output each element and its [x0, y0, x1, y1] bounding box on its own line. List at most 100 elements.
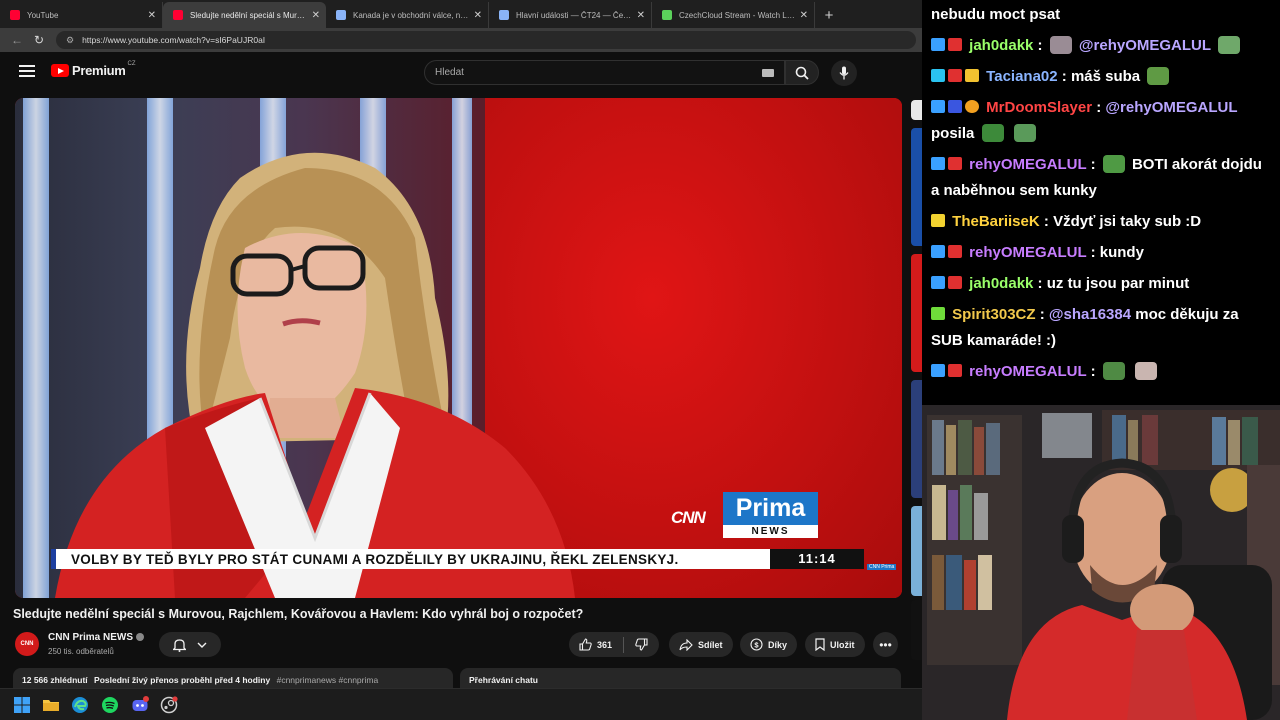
search-button[interactable]: [785, 60, 819, 85]
chat-message: Taciana02 : máš suba: [931, 64, 1271, 90]
crown-badge-icon: [965, 69, 979, 82]
badge-icon: [948, 69, 962, 82]
recommended-thumbnail[interactable]: [911, 100, 922, 120]
edge-icon[interactable]: [71, 696, 89, 714]
dislike-icon[interactable]: [635, 638, 648, 651]
badge-icon: [948, 38, 962, 51]
tab-title: CzechCloud Stream - Watch Live: [679, 10, 796, 20]
chat-text: Vždyť jsi taky sub :D: [1053, 213, 1202, 230]
search-input[interactable]: Hledat: [424, 60, 785, 85]
badge-icon: [948, 157, 962, 170]
recommended-thumbnail[interactable]: [911, 600, 922, 660]
video-player[interactable]: CNN Prima NEWS VOLBY BY TEĎ BYLY PRO STÁ…: [15, 98, 902, 598]
chevron-down-icon: [197, 642, 207, 648]
share-button[interactable]: Sdílet: [669, 632, 733, 657]
bell-icon: [172, 638, 186, 652]
like-icon[interactable]: [579, 638, 592, 651]
subscription-bell-button[interactable]: [159, 632, 221, 657]
channel-name[interactable]: CNN Prima NEWS: [48, 632, 133, 643]
news-ticker: VOLBY BY TEĎ BYLY PRO STÁT CUNAMI A ROZD…: [51, 549, 771, 569]
badge-icon: [931, 364, 945, 377]
like-count: 361: [597, 639, 613, 650]
logo-text: Premium: [72, 63, 126, 78]
chat-username[interactable]: rehyOMEGALUL: [969, 244, 1086, 261]
site-settings-icon[interactable]: ⚙: [66, 35, 74, 46]
back-arrow-icon[interactable]: ←: [6, 29, 28, 51]
spotify-icon[interactable]: [101, 696, 119, 714]
voice-search-button[interactable]: [831, 60, 857, 86]
steam-icon[interactable]: [160, 696, 178, 714]
youtube-logo[interactable]: Premium CZ: [51, 61, 136, 78]
tab-youtube[interactable]: YouTube ✕: [0, 2, 163, 28]
chat-text: nebudu moct psat: [931, 6, 1061, 23]
streamer-webcam: [922, 405, 1280, 720]
reload-icon[interactable]: ↻: [28, 29, 50, 51]
presenter-figure: [55, 152, 575, 598]
badge-icon: [931, 214, 945, 227]
discord-icon[interactable]: [131, 696, 149, 714]
close-icon[interactable]: ✕: [800, 10, 808, 21]
chat-username[interactable]: jah0dakk: [969, 37, 1033, 54]
close-icon[interactable]: ✕: [474, 10, 482, 21]
chat-username[interactable]: MrDoomSlayer: [986, 99, 1092, 116]
badge-icon: [948, 245, 962, 258]
verified-icon: [136, 633, 145, 642]
thanks-label: Díky: [768, 639, 788, 650]
tab-article[interactable]: Kanada je v obchodní válce, nebo ✕: [326, 2, 489, 28]
channel-name-row[interactable]: CNN Prima NEWS: [48, 632, 145, 643]
view-count: 12 566 zhlédnutí: [22, 675, 88, 685]
chat-message: jah0dakk : @rehyOMEGALUL: [931, 33, 1271, 59]
chat-mention[interactable]: @sha16384: [1049, 306, 1131, 323]
badge-icon: [948, 100, 962, 113]
thanks-button[interactable]: $ Díky: [740, 632, 798, 657]
page-favicon-icon: [336, 10, 346, 20]
address-bar: ← ↻ ⚙ https://www.youtube.com/watch?v=sI…: [0, 28, 922, 52]
tab-video[interactable]: Sledujte nedělní speciál s Murovou ✕: [163, 2, 326, 28]
news-logo-text: NEWS: [723, 525, 818, 538]
description-box[interactable]: 12 566 zhlédnutí Poslední živý přenos pr…: [13, 668, 453, 688]
badge-icon: [931, 245, 945, 258]
chat-username[interactable]: TheBariiseK: [952, 213, 1040, 230]
chat-username[interactable]: rehyOMEGALUL: [969, 363, 1086, 380]
mic-icon: [839, 66, 849, 80]
chat-username[interactable]: rehyOMEGALUL: [969, 156, 1086, 173]
chat-text: posila: [931, 125, 975, 142]
new-tab-button[interactable]: +: [815, 2, 843, 28]
url-input[interactable]: ⚙ https://www.youtube.com/watch?v=sI6PaU…: [56, 31, 916, 49]
more-actions-button[interactable]: •••: [873, 632, 898, 657]
recommended-thumbnail[interactable]: [911, 128, 922, 246]
chat-message: TheBariiseK : Vždyť jsi taky sub :D: [931, 209, 1271, 235]
channel-avatar[interactable]: CNN: [15, 632, 39, 656]
like-dislike-control[interactable]: 361: [569, 632, 659, 657]
subscriber-count: 250 tis. odběratelů: [48, 647, 114, 656]
badge-icon: [931, 100, 945, 113]
file-explorer-icon[interactable]: [42, 696, 60, 714]
chat-username[interactable]: Taciana02: [986, 68, 1057, 85]
tab-czechcloud[interactable]: CzechCloud Stream - Watch Live ✕: [652, 2, 815, 28]
screen: YouTube ✕ Sledujte nedělní speciál s Mur…: [0, 0, 1280, 720]
menu-icon[interactable]: [19, 65, 35, 77]
chat-message: rehyOMEGALUL : kundy: [931, 240, 1271, 266]
hashtags[interactable]: #cnnprimanews #cnnprima: [277, 675, 379, 685]
czechcloud-favicon-icon: [662, 10, 672, 20]
close-icon[interactable]: ✕: [637, 10, 645, 21]
windows-start-icon[interactable]: [13, 696, 31, 714]
chat-username[interactable]: jah0dakk: [969, 275, 1033, 292]
close-icon[interactable]: ✕: [312, 10, 320, 21]
chat-replay-header[interactable]: Přehrávání chatu: [460, 668, 901, 688]
tab-ct24[interactable]: Hlavní události — ČT24 — Česká ✕: [489, 2, 652, 28]
emote-icon: [1049, 36, 1072, 54]
recommended-thumbnail[interactable]: [911, 380, 922, 498]
chat-mention[interactable]: @rehyOMEGALUL: [1105, 99, 1237, 116]
chat-mention[interactable]: @rehyOMEGALUL: [1079, 37, 1211, 54]
close-icon[interactable]: ✕: [148, 10, 156, 21]
chat-username[interactable]: Spirit303CZ: [952, 306, 1035, 323]
stream-chat: nebudu moct psat jah0dakk : @rehyOMEGALU…: [922, 0, 1280, 405]
save-button[interactable]: Uložit: [805, 632, 865, 657]
cnn-logo-text: CNN: [671, 508, 706, 527]
chat-message: MrDoomSlayer : @rehyOMEGALUL posila: [931, 99, 1238, 142]
keyboard-icon[interactable]: [762, 69, 774, 77]
recommended-thumbnail[interactable]: [911, 254, 922, 372]
recommended-thumbnail[interactable]: [911, 506, 922, 596]
emote-icon: [1013, 124, 1036, 142]
